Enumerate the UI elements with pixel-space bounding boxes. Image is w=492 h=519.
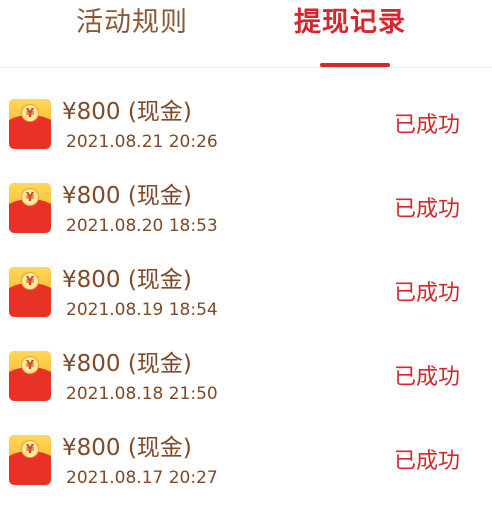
yuan-coin-icon: ¥ — [21, 188, 39, 206]
tab-activity-rules[interactable]: 活动规则 — [76, 4, 188, 42]
red-envelope-icon: ¥ — [9, 183, 51, 233]
list-item: ¥ ¥800 (现金) 2021.08.18 21:50 已成功 — [0, 351, 492, 435]
red-envelope-icon: ¥ — [9, 351, 51, 401]
active-tab-indicator — [320, 63, 390, 67]
tab-withdrawal-records[interactable]: 提现记录 — [294, 4, 406, 42]
withdrawal-time: 2021.08.19 18:54 — [66, 300, 218, 320]
withdrawal-amount: ¥800 (现金) — [62, 267, 192, 293]
withdrawal-status: 已成功 — [394, 365, 461, 390]
withdrawal-time: 2021.08.17 20:27 — [66, 468, 218, 488]
withdrawal-time: 2021.08.21 20:26 — [66, 132, 218, 152]
list-item: ¥ ¥800 (现金) 2021.08.20 18:53 已成功 — [0, 183, 492, 267]
withdrawal-status: 已成功 — [394, 197, 461, 222]
yuan-coin-icon: ¥ — [21, 356, 39, 374]
withdrawal-time: 2021.08.20 18:53 — [66, 216, 218, 236]
yuan-coin-icon: ¥ — [21, 104, 39, 122]
red-envelope-icon: ¥ — [9, 267, 51, 317]
yuan-coin-icon: ¥ — [21, 440, 39, 458]
withdrawal-status: 已成功 — [394, 449, 461, 474]
list-item: ¥ ¥800 (现金) 2021.08.19 18:54 已成功 — [0, 267, 492, 351]
tab-bar: 活动规则 提现记录 — [0, 0, 492, 68]
red-envelope-icon: ¥ — [9, 99, 51, 149]
yuan-coin-icon: ¥ — [21, 272, 39, 290]
list-item: ¥ ¥800 (现金) 2021.08.17 20:27 已成功 — [0, 435, 492, 519]
withdrawal-amount: ¥800 (现金) — [62, 99, 192, 125]
withdrawal-status: 已成功 — [394, 113, 461, 138]
withdrawal-amount: ¥800 (现金) — [62, 435, 192, 461]
withdrawal-time: 2021.08.18 21:50 — [66, 384, 218, 404]
list-item: ¥ ¥800 (现金) 2021.08.21 20:26 已成功 — [0, 99, 492, 183]
withdrawal-amount: ¥800 (现金) — [62, 183, 192, 209]
withdrawal-status: 已成功 — [394, 281, 461, 306]
withdrawal-amount: ¥800 (现金) — [62, 351, 192, 377]
red-envelope-icon: ¥ — [9, 435, 51, 485]
